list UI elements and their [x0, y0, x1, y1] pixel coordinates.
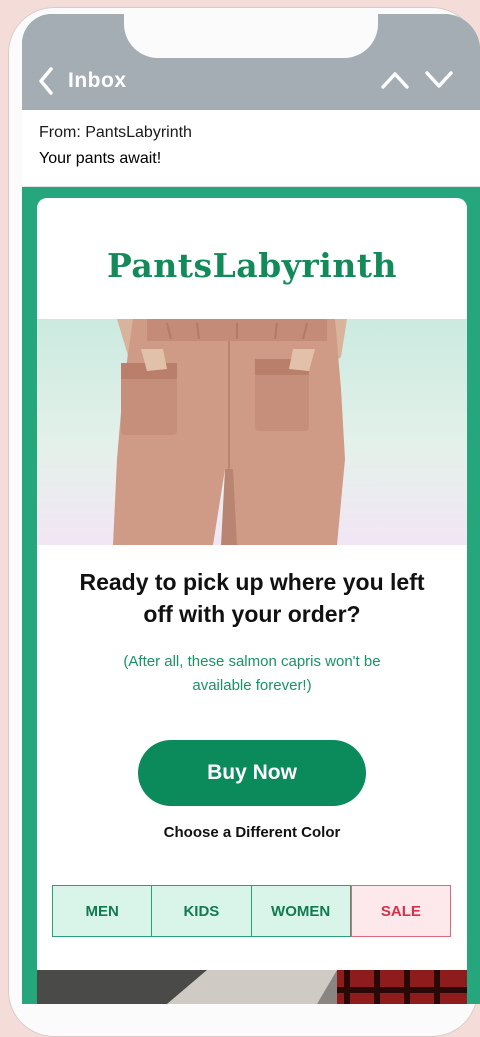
salmon-pants-illustration [113, 319, 347, 545]
chevron-down-icon [425, 71, 453, 88]
choose-color-link[interactable]: Choose a Different Color [37, 824, 467, 841]
brand-logo: PantsLabyrinth [106, 246, 398, 285]
buy-now-button[interactable]: Buy Now [138, 740, 366, 806]
email-subtext: (After all, these salmon capris won't be… [123, 653, 381, 694]
chevron-left-icon [39, 67, 53, 95]
category-women[interactable]: WOMEN [251, 885, 351, 937]
product-image-strip[interactable] [37, 970, 467, 1004]
phone-notch [124, 14, 378, 58]
previous-message-button[interactable] [380, 70, 410, 95]
message-navigation [380, 70, 454, 95]
product-photo-preview [37, 970, 467, 1004]
chevron-up-icon [381, 72, 409, 89]
category-kids[interactable]: KIDS [152, 885, 252, 937]
email-subject: Your pants await! [39, 150, 162, 167]
category-sale[interactable]: SALE [350, 885, 451, 937]
next-message-button[interactable] [424, 70, 454, 95]
email-body-card: PantsLabyrinth Ready to pick up where yo… [37, 198, 467, 1004]
back-label: Inbox [68, 69, 127, 92]
back-to-inbox-button[interactable]: Inbox [38, 66, 127, 96]
email-sender: From: PantsLabyrinth [39, 124, 192, 141]
email-header: From: PantsLabyrinth Your pants await! [22, 110, 480, 187]
phone-screen: Inbox From: PantsLabyrinth Your pants aw… [22, 14, 480, 1004]
hero-image[interactable] [37, 319, 467, 545]
category-men[interactable]: MEN [52, 885, 153, 937]
email-headline: Ready to pick up where you left off with… [79, 569, 425, 627]
category-nav: MEN KIDS WOMEN SALE [52, 885, 451, 937]
